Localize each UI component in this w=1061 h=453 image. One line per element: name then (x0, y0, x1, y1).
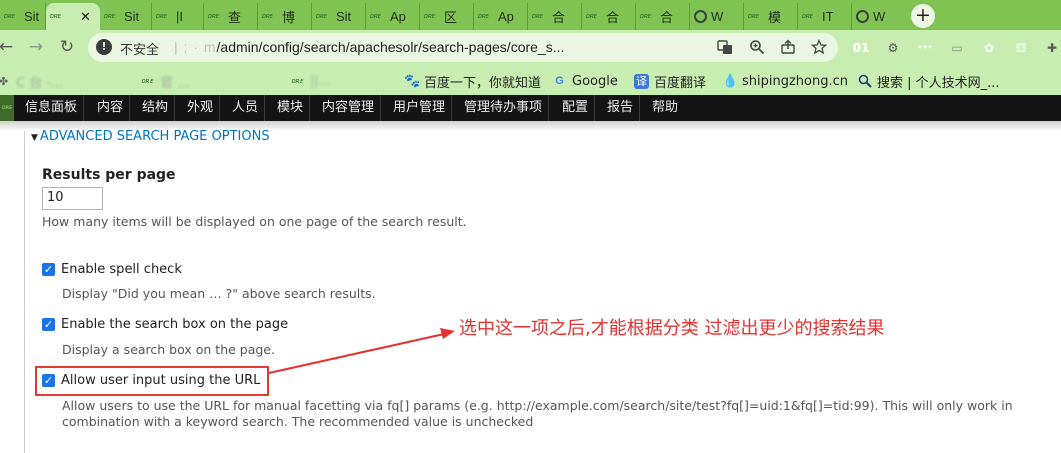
annotation-text: 选中这一项之后,才能根据分类 过滤出更少的搜索结果 (459, 318, 885, 339)
annotation-arrow-icon (268, 328, 455, 374)
